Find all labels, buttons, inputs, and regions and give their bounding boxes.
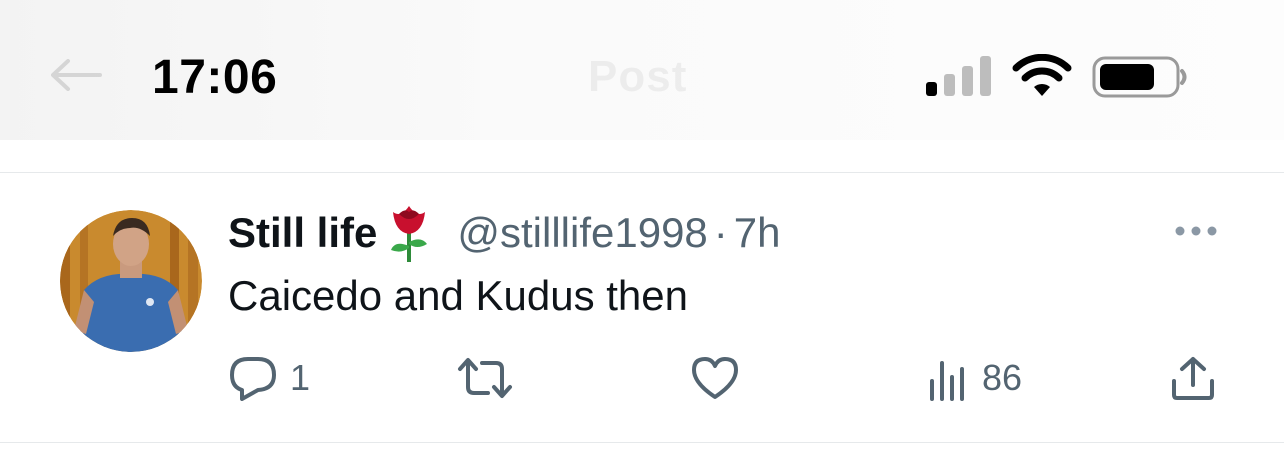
handle[interactable]: @stilllife1998 — [457, 209, 707, 257]
rose-icon — [391, 206, 428, 262]
status-time: 17:06 — [152, 51, 278, 104]
more-icon[interactable] — [1172, 222, 1220, 240]
battery-icon — [1092, 56, 1187, 98]
signal-icon — [926, 56, 991, 96]
reply-button[interactable]: 1 — [228, 350, 310, 406]
tweet-header: Still life @stilllife1998 · 7h — [228, 200, 781, 266]
share-icon — [1172, 357, 1214, 400]
back-arrow-icon[interactable] — [48, 58, 102, 92]
reply-count: 1 — [290, 357, 311, 398]
share-button[interactable] — [1170, 350, 1216, 406]
display-name[interactable]: Still life — [228, 209, 377, 257]
separator: · — [713, 209, 728, 256]
tweet-text: Caicedo and Kudus then — [228, 272, 689, 319]
wifi-icon — [1012, 54, 1072, 96]
divider — [0, 172, 1284, 173]
like-button[interactable] — [690, 350, 752, 406]
status-bar: Post 17:06 — [0, 0, 1284, 140]
views-button[interactable]: 86 — [926, 350, 1022, 406]
avatar[interactable] — [60, 210, 202, 352]
nav-title: Post — [588, 52, 688, 101]
heart-icon — [692, 357, 738, 399]
views-count: 86 — [982, 357, 1023, 398]
divider — [0, 442, 1284, 443]
tweet-time[interactable]: 7h — [734, 209, 781, 257]
views-icon — [930, 361, 964, 401]
reply-icon — [230, 357, 276, 401]
retweet-icon — [458, 358, 512, 398]
retweet-button[interactable] — [456, 350, 526, 406]
